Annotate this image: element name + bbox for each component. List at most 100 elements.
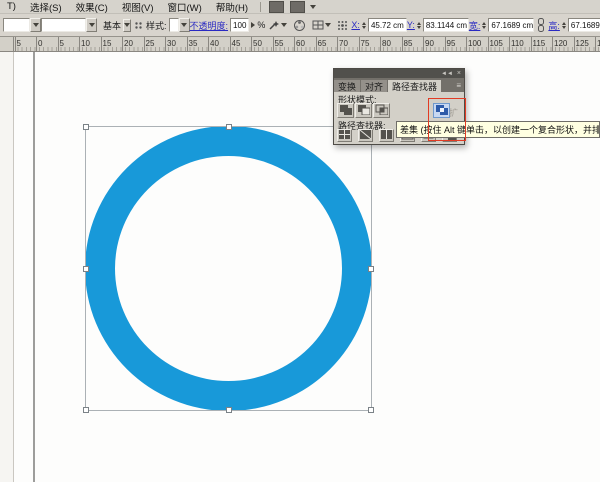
opacity-slider-icon[interactable] <box>251 22 256 28</box>
x-input[interactable]: 45.72 cm <box>367 18 407 32</box>
ruler-tick <box>380 37 381 51</box>
height-label[interactable]: 高: <box>548 19 560 32</box>
ruler-tick <box>573 37 575 51</box>
y-stepper[interactable] <box>416 21 421 29</box>
x-stepper[interactable] <box>361 21 366 29</box>
trim-button[interactable] <box>358 129 373 142</box>
ruler-label: 60 <box>296 39 305 48</box>
arrange-options-icon[interactable] <box>312 19 332 31</box>
brush-options-icon[interactable] <box>134 21 143 30</box>
ruler-tick <box>595 37 596 51</box>
selection-handle[interactable] <box>83 265 89 272</box>
reference-point-locator-icon[interactable] <box>337 20 348 31</box>
minus-front-icon <box>357 104 371 117</box>
arrange-documents-icon[interactable] <box>290 0 306 13</box>
ruler-tick <box>36 37 37 51</box>
ruler-label: 120 <box>554 39 568 48</box>
tab-pathfinder[interactable]: 路径查找器 <box>388 80 442 92</box>
stroke-select[interactable] <box>41 18 97 32</box>
ruler-tick <box>552 37 553 51</box>
ruler-tick <box>57 37 59 51</box>
ruler-label: 15 <box>102 39 112 48</box>
tab-transform[interactable]: 变换 <box>334 80 361 92</box>
fill-select[interactable] <box>3 18 41 32</box>
ruler-label: 85 <box>403 39 413 48</box>
selection-handle[interactable] <box>225 407 232 413</box>
height-stepper[interactable] <box>561 21 566 29</box>
ruler-label: 35 <box>188 39 198 48</box>
horizontal-ruler[interactable]: 5 0 5 10 15 20 25 30 35 40 45 50 55 60 65 70 75 80 85 90 95 1… <box>14 37 600 52</box>
menu-item-partial[interactable]: T) <box>0 1 23 12</box>
brush-definition-label[interactable]: 基本 <box>103 19 121 32</box>
menu-item-effect[interactable]: 效果(C) <box>69 0 115 14</box>
ruler-label: 45 <box>231 39 241 48</box>
width-label[interactable]: 宽: <box>469 19 481 32</box>
ruler-tick <box>122 37 123 51</box>
menu-item-help[interactable]: 帮助(H) <box>209 0 255 14</box>
ruler-tick <box>165 37 166 51</box>
ruler-label: 5 <box>16 39 21 48</box>
menu-item-select[interactable]: 选择(S) <box>23 0 69 14</box>
x-label[interactable]: X: <box>351 20 360 30</box>
recolor-artwork-icon[interactable] <box>293 19 306 32</box>
height-input[interactable]: 67.1689 cm <box>567 18 600 32</box>
intersect-button[interactable] <box>373 103 390 118</box>
panel-tab-bar: 变换 对齐 路径查找器 ≡ <box>334 78 464 92</box>
ruler-tick <box>186 37 188 51</box>
width-stepper[interactable] <box>482 21 487 29</box>
chevron-down-icon[interactable] <box>86 18 97 32</box>
merge-button[interactable] <box>379 129 394 142</box>
chevron-down-icon[interactable] <box>310 4 317 9</box>
menu-bar: T) 选择(S) 效果(C) 视图(V) 窗口(W) 帮助(H) <box>0 0 600 14</box>
style-select[interactable] <box>168 18 190 32</box>
ruler-tick <box>229 37 231 51</box>
ruler-label: 5 <box>59 39 64 48</box>
ruler-tick <box>444 37 446 51</box>
menu-item-view[interactable]: 视图(V) <box>115 0 161 14</box>
link-dimensions-icon[interactable] <box>537 18 545 32</box>
ruler-tick <box>358 37 360 51</box>
artboard-edge <box>33 52 35 482</box>
ruler-tick <box>251 37 252 51</box>
panel-title-bar[interactable]: ◄◄ × <box>334 69 464 78</box>
ruler-label: 70 <box>339 39 348 48</box>
selection-bounding-box[interactable] <box>83 124 374 413</box>
chevron-down-icon[interactable] <box>178 18 190 32</box>
select-similar-icon[interactable] <box>268 19 288 31</box>
ruler-tick <box>143 37 145 51</box>
collapse-panel-icon[interactable]: ◄◄ <box>441 71 453 77</box>
bridge-icon[interactable] <box>269 0 285 13</box>
selection-handle[interactable] <box>83 407 89 413</box>
merge-icon <box>380 129 393 142</box>
width-input[interactable]: 67.1689 cm <box>488 18 535 32</box>
ruler-tick <box>315 37 317 51</box>
selection-handle[interactable] <box>225 124 232 130</box>
intersect-icon <box>375 104 389 117</box>
ruler-label: 0 <box>38 39 43 48</box>
opacity-input[interactable]: 100 <box>230 18 250 32</box>
tab-align[interactable]: 对齐 <box>361 80 388 92</box>
tooltip: 差集 (按住 Alt 键单击，以创建一个复合形状，并排除重叠部分) <box>396 121 600 138</box>
unite-button[interactable] <box>337 103 354 118</box>
ruler-tick <box>294 37 295 51</box>
ruler-corner <box>0 37 14 52</box>
ruler-label: 65 <box>317 39 327 48</box>
panel-menu-icon[interactable]: ≡ <box>453 81 464 90</box>
y-input[interactable]: 83.1144 cm <box>422 18 469 32</box>
chevron-down-icon[interactable] <box>30 18 41 32</box>
y-label[interactable]: Y: <box>407 20 415 30</box>
opacity-label[interactable]: 不透明度: <box>190 19 229 32</box>
divide-button[interactable] <box>337 129 352 142</box>
vertical-ruler[interactable] <box>0 52 14 482</box>
selection-handle[interactable] <box>368 407 374 413</box>
menu-item-window[interactable]: 窗口(W) <box>161 0 209 14</box>
menu-separator <box>260 1 262 12</box>
selection-handle[interactable] <box>368 265 374 272</box>
minus-front-button[interactable] <box>355 103 372 118</box>
ruler-label: 105 <box>489 39 503 48</box>
ruler-tick <box>100 37 102 51</box>
percent-label: % <box>257 20 266 30</box>
chevron-down-icon[interactable] <box>123 18 132 32</box>
close-icon[interactable]: × <box>457 70 461 77</box>
selection-handle[interactable] <box>83 124 89 130</box>
